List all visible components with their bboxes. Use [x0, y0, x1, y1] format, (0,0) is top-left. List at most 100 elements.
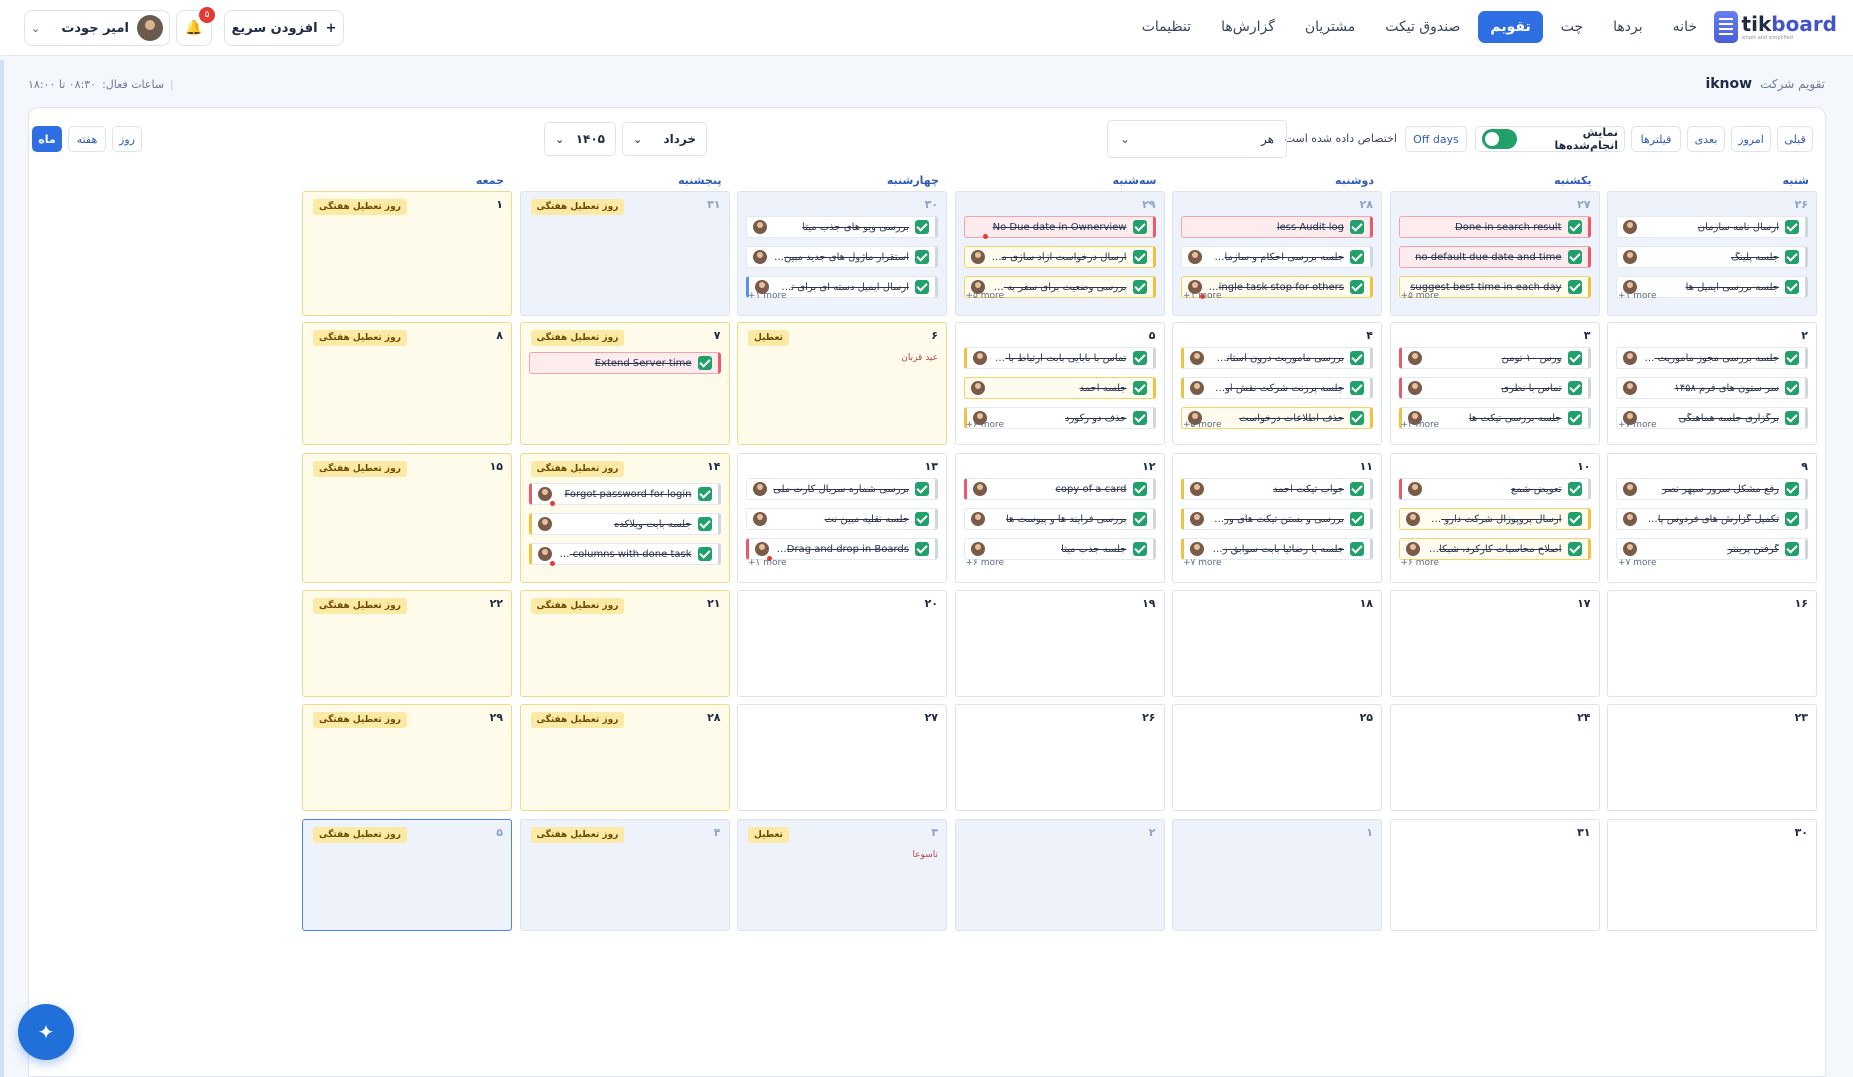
day-cell[interactable]: ۵ تماس با بابایی بابت ارتباط با سرور جلسه … — [954, 322, 1165, 445]
day-cell[interactable]: ۲۵ — [1172, 704, 1382, 811]
checkbox-checked-icon[interactable] — [1350, 482, 1364, 496]
checkbox-checked-icon[interactable] — [915, 250, 929, 264]
more-link[interactable]: +۱ more — [748, 291, 787, 301]
checkbox-checked-icon[interactable] — [1785, 482, 1799, 496]
task-item[interactable]: بررسی فرآیند ها و پیوست ها — [963, 508, 1156, 530]
more-link[interactable]: +۷ more — [1618, 420, 1657, 430]
checkbox-checked-icon[interactable] — [1350, 512, 1364, 526]
task-item[interactable]: Extend Server time — [528, 352, 721, 374]
day-cell[interactable]: ۴ بررسی ماموریت درون استانی در توس... جلسه… — [1172, 322, 1382, 445]
day-cell[interactable]: ۷ روز تعطیل هفتگی Extend Server time — [519, 322, 730, 445]
day-cell[interactable]: ۱۹ — [954, 590, 1165, 697]
more-link[interactable]: +۵ more — [1183, 420, 1222, 430]
checkbox-checked-icon[interactable] — [1785, 280, 1799, 294]
day-cell[interactable]: ۲۷ — [737, 704, 947, 811]
checkbox-checked-icon[interactable] — [1132, 250, 1147, 264]
checkbox-checked-icon[interactable] — [1785, 351, 1799, 365]
day-cell[interactable]: ۹ رفع مشکل سرور سپهر نصر تکمیل گزارش های ف… — [1607, 453, 1817, 583]
task-item[interactable]: جلسه پررنت شرکت نقش اول برتر پایا — [1181, 377, 1373, 399]
nav-item[interactable]: گزارش‌ها — [1209, 11, 1287, 43]
day-cell[interactable]: ۲۴ — [1389, 704, 1600, 811]
day-cell[interactable]: ۲۲ روز تعطیل هفتگی — [302, 590, 512, 697]
checkbox-checked-icon[interactable] — [1132, 512, 1147, 526]
task-item[interactable]: Done in search result — [1398, 216, 1591, 238]
checkbox-checked-icon[interactable] — [1567, 220, 1582, 234]
task-item[interactable]: سر ستون های فرم ۱۴۵۸ — [1616, 377, 1808, 399]
task-item[interactable]: tasks in columns with done task... — [528, 543, 721, 566]
task-item[interactable]: جلسه با رضائیا بابت سوابق زبان خار... — [1181, 538, 1373, 560]
off-days-button[interactable]: Off days — [1405, 126, 1467, 152]
breadcrumb[interactable]: تقویم شرکت — [1760, 77, 1825, 91]
quick-add-button[interactable]: + افزودن سریع — [224, 10, 344, 46]
task-item[interactable]: تعویض شمع — [1398, 478, 1591, 500]
task-item[interactable]: اصلاح محاسبات کارکرد، شبکاری و ... — [1398, 538, 1591, 560]
more-link[interactable]: +۶ more — [1401, 558, 1440, 568]
task-item[interactable]: جلسه پلینگ — [1616, 246, 1808, 268]
checkbox-checked-icon[interactable] — [915, 512, 929, 526]
day-cell[interactable]: ۱۵ روز تعطیل هفتگی — [302, 453, 512, 583]
ai-assistant-button[interactable]: ✦ — [18, 1004, 74, 1060]
checkbox-checked-icon[interactable] — [1567, 482, 1582, 496]
task-item[interactable]: ورس ۱۰ تومن — [1398, 347, 1591, 369]
task-item[interactable]: less Audit log — [1181, 216, 1373, 238]
view-month-button[interactable]: ماه — [32, 126, 62, 152]
day-cell[interactable]: ۳۱ روز تعطیل هفتگی — [519, 191, 730, 316]
checkbox-checked-icon[interactable] — [1350, 381, 1364, 395]
task-item[interactable]: جلسه بررسی احکام و سازمان eoi — [1181, 246, 1373, 268]
checkbox-checked-icon[interactable] — [915, 280, 929, 294]
checkbox-checked-icon[interactable] — [1785, 542, 1799, 556]
day-cell[interactable]: ۲۹ No Due date in Ownerview ارسال درخواست … — [954, 191, 1165, 316]
checkbox-checked-icon[interactable] — [1350, 250, 1364, 264]
day-cell[interactable]: ۱ روز تعطیل هفتگی — [302, 191, 512, 316]
prev-button[interactable]: قبلی — [1777, 126, 1813, 152]
checkbox-checked-icon[interactable] — [1350, 280, 1364, 294]
user-menu-button[interactable]: امیر جودت ⌄ — [24, 10, 170, 46]
task-item[interactable]: no default due date and time — [1398, 246, 1591, 268]
task-item[interactable]: تماس با نظری — [1398, 377, 1591, 399]
checkbox-checked-icon[interactable] — [1785, 512, 1799, 526]
day-cell[interactable]: ۵ روز تعطیل هفتگی — [302, 819, 512, 931]
day-cell[interactable]: ۲ جلسه بررسی مجوز ماموریت - توسعه... سر ست… — [1607, 322, 1817, 445]
day-cell[interactable]: ۳۰ — [1607, 819, 1817, 931]
next-button[interactable]: بعدی — [1687, 126, 1725, 152]
day-cell[interactable]: ۲ — [954, 819, 1165, 931]
view-day-button[interactable]: روز — [112, 126, 142, 152]
task-item[interactable]: جلسه جذب میتا — [963, 538, 1156, 560]
month-select[interactable]: خرداد ⌄ — [622, 122, 707, 156]
checkbox-checked-icon[interactable] — [915, 220, 929, 234]
checkbox-checked-icon[interactable] — [1567, 512, 1582, 526]
day-cell[interactable]: ۱۷ — [1389, 590, 1600, 697]
checkbox-checked-icon[interactable] — [1567, 381, 1582, 395]
checkbox-checked-icon[interactable] — [915, 542, 929, 556]
checkbox-checked-icon[interactable] — [1567, 280, 1582, 294]
nav-item[interactable]: بردها — [1601, 11, 1655, 43]
more-link[interactable]: +۵ more — [1401, 291, 1440, 301]
task-item[interactable]: copy of a card — [963, 478, 1156, 500]
day-cell[interactable]: ۱۰ تعویض شمع ارسال پروپوزال شرکت دارو سازی… — [1389, 453, 1600, 583]
task-item[interactable]: بررسی و بستن تیکت های ورژن ۱۱۰... — [1181, 508, 1373, 530]
day-cell[interactable]: ۶ تعطیل عید قربان — [737, 322, 947, 445]
more-link[interactable]: +۷ more — [1618, 558, 1657, 568]
day-cell[interactable]: ۳۱ — [1389, 819, 1600, 931]
year-select[interactable]: ۱۴۰۵ ⌄ — [544, 122, 616, 156]
more-link[interactable]: +۶ more — [966, 558, 1005, 568]
checkbox-checked-icon[interactable] — [1785, 381, 1799, 395]
day-cell[interactable]: ۴ روز تعطیل هفتگی — [519, 819, 730, 931]
assignee-select[interactable]: هر ⌄ — [1107, 120, 1287, 158]
checkbox-checked-icon[interactable] — [1350, 411, 1364, 425]
task-item[interactable]: استقرار ماژول های جدید مبین نت — [746, 246, 938, 268]
checkbox-checked-icon[interactable] — [1132, 482, 1147, 496]
day-cell[interactable]: ۲۶ — [954, 704, 1165, 811]
more-link[interactable]: +۱ more — [1618, 291, 1657, 301]
day-cell[interactable]: ۲۶ ارسال نامه سازمان جلسه پلینگ جلسه بررسی … — [1607, 191, 1817, 316]
checkbox-checked-icon[interactable] — [1132, 542, 1147, 556]
task-item[interactable]: بررسی شماره سریال کارت ملی — [746, 478, 938, 500]
filters-button[interactable]: فیلترها — [1631, 126, 1681, 152]
nav-item[interactable]: چت — [1549, 11, 1595, 43]
task-item[interactable]: تماس با بابایی بابت ارتباط با سرور — [963, 347, 1156, 369]
more-link[interactable]: +۶ more — [966, 420, 1005, 430]
nav-item[interactable]: مشتریان — [1293, 11, 1367, 43]
nav-item[interactable]: تقویم — [1478, 11, 1543, 43]
tikboard-logo[interactable]: tikboard smart and simplified — [1713, 11, 1837, 43]
checkbox-checked-icon[interactable] — [697, 517, 712, 531]
